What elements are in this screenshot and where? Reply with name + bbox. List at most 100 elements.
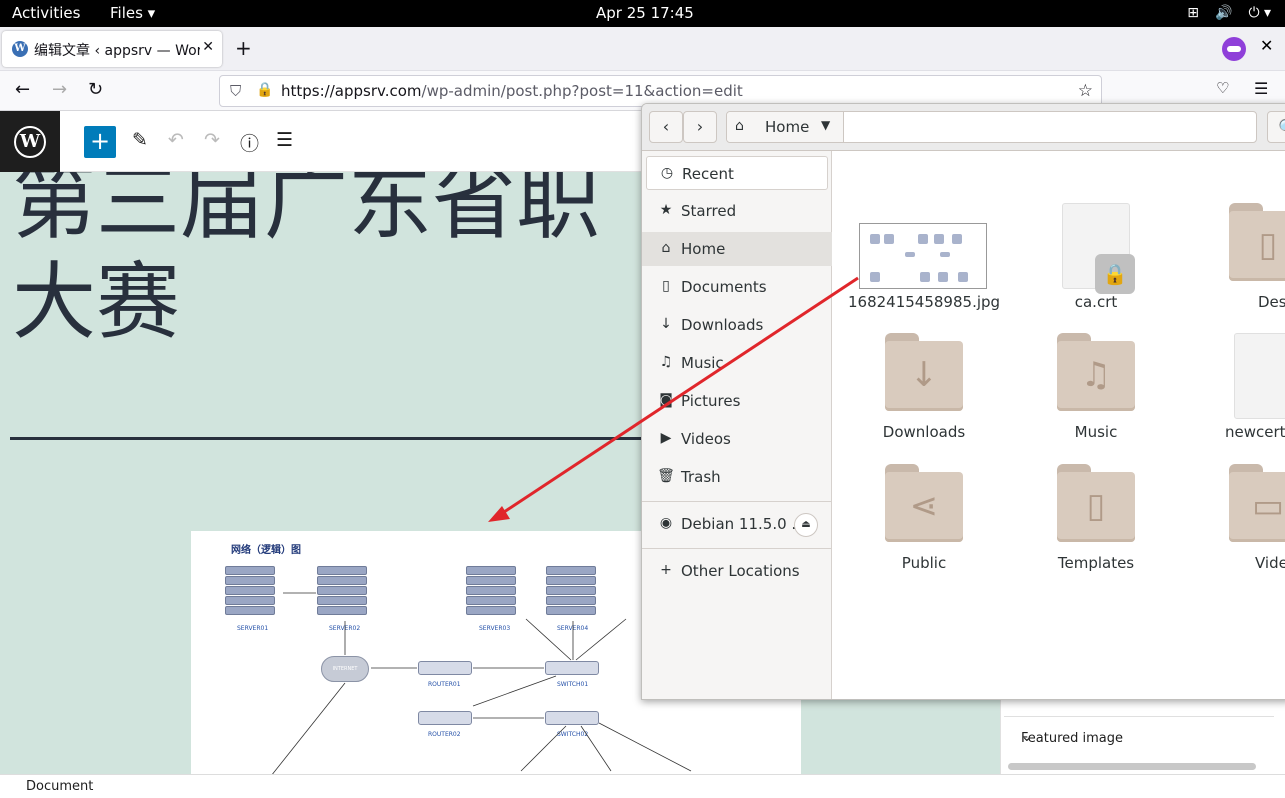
router01-icon — [418, 661, 472, 675]
server03-icon — [466, 566, 516, 618]
file-item-newcert[interactable]: newcert.p — [1193, 333, 1285, 443]
switch02-icon — [545, 711, 599, 725]
post-heading[interactable]: 第三届广东省职 大赛 — [12, 172, 600, 352]
new-tab-button[interactable]: + — [235, 36, 252, 60]
chevron-down-icon[interactable]: ⌄ — [1021, 729, 1264, 745]
window-close-button[interactable]: ✕ — [1260, 36, 1273, 55]
horizontal-scrollbar[interactable] — [1008, 763, 1256, 770]
folder-music-icon: ♫ — [1057, 333, 1135, 411]
tab-close-icon[interactable]: ✕ — [202, 39, 214, 55]
path-home-button[interactable]: ⌂ Home ▼ — [727, 112, 844, 142]
sidebar-item-label: Home — [681, 240, 726, 258]
sidebar-item-home[interactable]: ⌂ Home — [642, 232, 832, 266]
file-item-jpg[interactable]: 1682415458985.jpg — [848, 223, 1000, 313]
image-thumbnail-icon — [859, 223, 987, 289]
sidebar-item-recent[interactable]: ◷ Recent — [646, 156, 828, 190]
network-icon: ⊞ — [1187, 5, 1199, 21]
file-name: Downloads — [882, 423, 966, 441]
sidebar-item-trash[interactable]: 🗑 Trash — [646, 460, 828, 494]
file-item-videos[interactable]: ▭ Videos — [1193, 464, 1285, 574]
files-header-bar: ‹ › ⌂ Home ▼ 🔍 — [642, 104, 1285, 151]
sidebar-item-label: Trash — [681, 468, 721, 486]
system-menu[interactable]: ⊞ 🔊 ⏻ ▾ — [1187, 5, 1271, 21]
undo-icon[interactable]: ↶ — [168, 129, 184, 151]
internet-cloud-icon: INTERNET — [321, 656, 369, 682]
file-item-desktop[interactable]: ▯ Deskto — [1193, 203, 1285, 313]
file-name: newcert.p — [1225, 423, 1285, 441]
file-name: Public — [901, 554, 947, 572]
activities-button[interactable]: Activities — [12, 4, 80, 22]
wordpress-logo-button[interactable]: W — [0, 111, 60, 172]
url-text: https://appsrv.com/wp-admin/post.php?pos… — [281, 82, 743, 100]
redo-icon[interactable]: ↷ — [204, 129, 220, 151]
server01-label: SERVER01 — [237, 625, 269, 632]
file-item-downloads[interactable]: ↓ Downloads — [849, 333, 999, 443]
file-name: Music — [1074, 423, 1118, 441]
eject-icon[interactable]: ⏏ — [794, 513, 818, 537]
volume-icon: 🔊 — [1215, 5, 1233, 21]
featured-image-panel[interactable]: Featured image ⌄ — [1004, 716, 1274, 761]
home-icon: ⌂ — [735, 118, 744, 134]
file-item-ca-crt[interactable]: 🔒 ca.crt — [1021, 203, 1171, 313]
dropdown-arrow-icon: ▼ — [821, 118, 831, 132]
files-app-menu[interactable]: Files ▾ — [110, 4, 155, 22]
browser-tab[interactable]: W 编辑文章 ‹ appsrv — Wor ✕ — [2, 31, 222, 67]
camera-icon: ◙ — [659, 392, 673, 408]
router01-label: ROUTER01 — [428, 681, 461, 688]
sidebar-item-pictures[interactable]: ◙ Pictures — [646, 384, 828, 418]
folder-template-icon: ▯ — [1057, 464, 1135, 542]
file-item-music[interactable]: ♫ Music — [1021, 333, 1171, 443]
files-window[interactable]: ‹ › ⌂ Home ▼ 🔍 ◷ Recent ★ Starred ⌂ Home… — [641, 103, 1285, 700]
back-button[interactable]: ← — [15, 79, 30, 100]
search-icon[interactable]: 🔍 — [1267, 111, 1285, 143]
places-sidebar: ◷ Recent ★ Starred ⌂ Home ▯ Documents ↓ … — [642, 151, 832, 699]
forward-chevron-icon[interactable]: › — [683, 111, 717, 143]
shield-icon[interactable]: ⛉ — [230, 82, 241, 100]
back-chevron-icon[interactable]: ‹ — [649, 111, 683, 143]
add-block-button[interactable]: + — [84, 126, 116, 158]
locked-document-icon: 🔒 — [1062, 203, 1135, 294]
sidebar-item-documents[interactable]: ▯ Documents — [646, 270, 828, 304]
details-info-icon[interactable]: ⓘ — [240, 129, 259, 156]
separator-block[interactable] — [10, 437, 650, 440]
disc-icon: ◉ — [659, 515, 673, 531]
sidebar-item-label: Debian 11.5.0 ... — [681, 515, 806, 533]
power-icon: ⏻ ▾ — [1248, 5, 1271, 21]
switch02-label: SWITCH02 — [557, 731, 589, 738]
edit-pencil-icon[interactable]: ✎ — [132, 129, 148, 151]
lock-icon: 🔒 — [1095, 254, 1135, 294]
breadcrumb-document[interactable]: Document — [26, 779, 93, 794]
sidebar-item-starred[interactable]: ★ Starred — [646, 194, 828, 228]
menu-icon[interactable]: ☰ — [1254, 79, 1268, 98]
file-item-public[interactable]: ⋖ Public — [849, 464, 999, 574]
private-browsing-icon — [1222, 37, 1246, 61]
lock-icon[interactable]: 🔒 — [256, 82, 273, 98]
file-name: ca.crt — [1074, 293, 1118, 311]
sidebar-item-other-locations[interactable]: + Other Locations — [646, 554, 828, 588]
file-name: Templates — [1057, 554, 1135, 572]
server01-icon — [225, 566, 275, 618]
sidebar-item-debian-disc[interactable]: ◉ Debian 11.5.0 ... ⏏ — [646, 507, 828, 541]
switch01-icon — [545, 661, 599, 675]
bookmark-star-icon[interactable]: ☆ — [1078, 81, 1093, 101]
sidebar-item-label: Starred — [681, 202, 737, 220]
pocket-icon[interactable]: ♡ — [1216, 79, 1229, 97]
file-item-templates[interactable]: ▯ Templates — [1021, 464, 1171, 574]
sidebar-item-label: Music — [681, 354, 724, 372]
server02-label: SERVER02 — [329, 625, 361, 632]
clock[interactable]: Apr 25 17:45 — [596, 4, 694, 22]
sidebar-item-label: Downloads — [681, 316, 764, 334]
folder-icon: ▯ — [1229, 203, 1285, 281]
clock-icon: ◷ — [660, 165, 674, 181]
sidebar-item-videos[interactable]: ▶ Videos — [646, 422, 828, 456]
reload-button[interactable]: ↻ — [88, 79, 103, 100]
list-view-icon[interactable]: ☰ — [276, 129, 293, 151]
plus-icon: + — [660, 562, 672, 578]
sidebar-item-music[interactable]: ♫ Music — [646, 346, 828, 380]
sidebar-item-label: Recent — [682, 165, 734, 183]
sidebar-item-downloads[interactable]: ↓ Downloads — [646, 308, 828, 342]
diagram-title: 网络（逻辑）图 — [231, 545, 301, 556]
path-bar[interactable]: ⌂ Home ▼ — [726, 111, 1257, 143]
forward-button[interactable]: → — [52, 79, 67, 100]
heading-line-1: 第三届广东省职 — [12, 172, 601, 251]
